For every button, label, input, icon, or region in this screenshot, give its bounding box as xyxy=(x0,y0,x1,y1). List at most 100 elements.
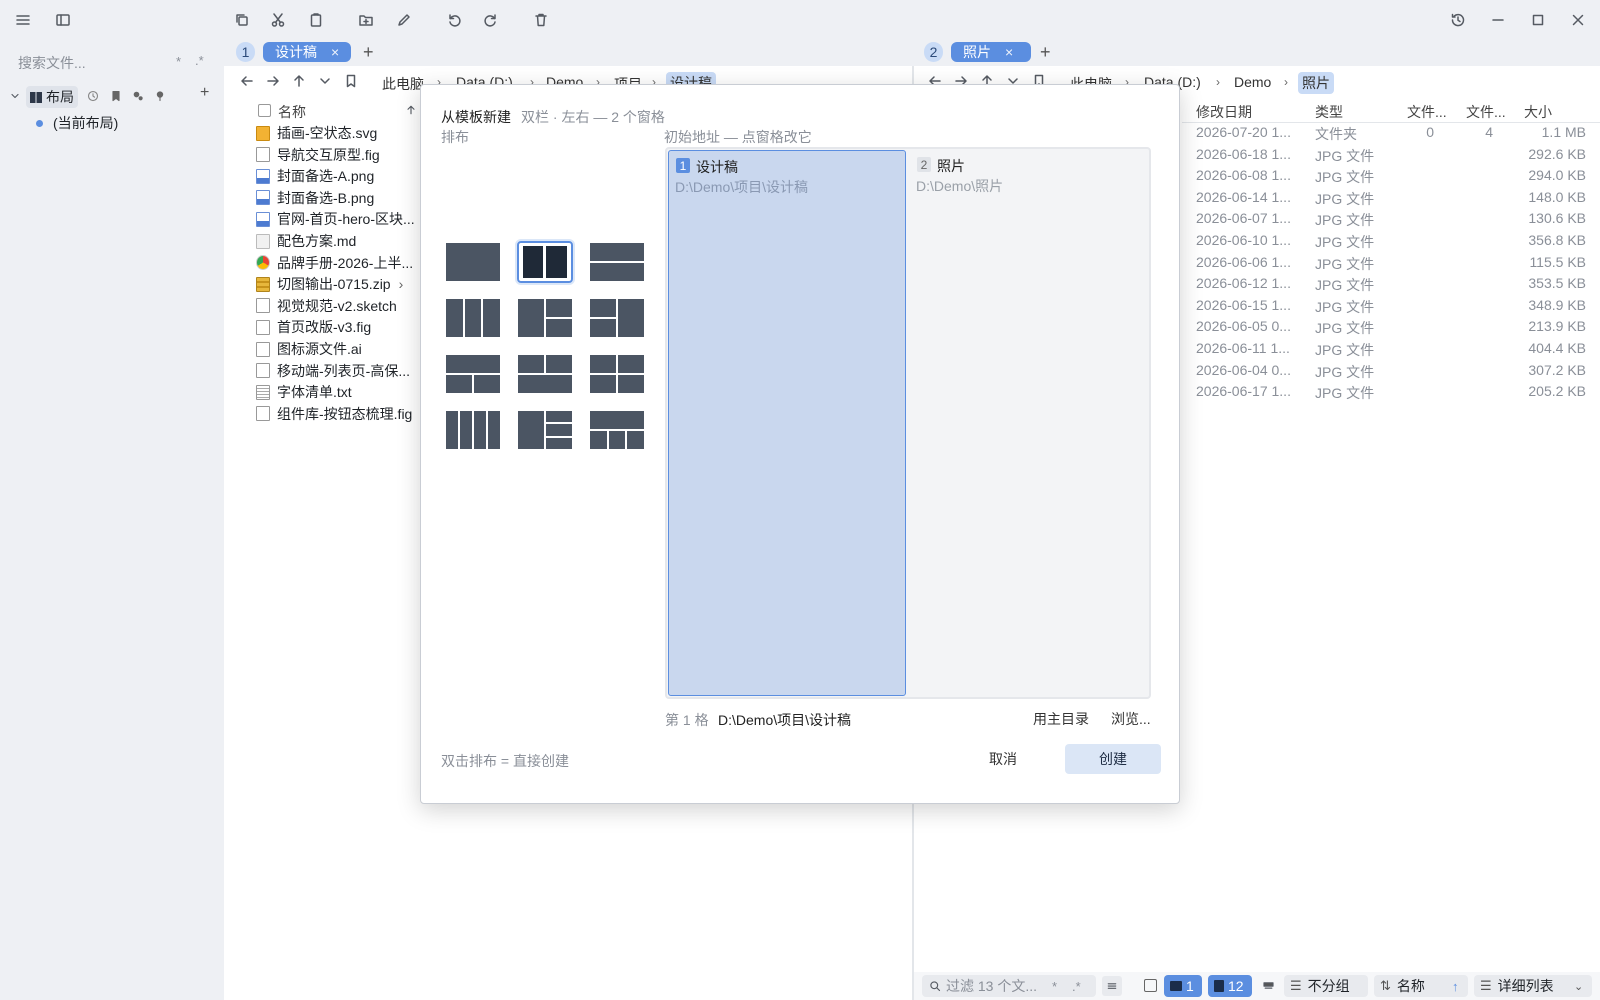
column-header-folders[interactable]: 文件... xyxy=(1466,102,1506,122)
cut-icon[interactable] xyxy=(268,10,288,30)
file-row[interactable]: 封面备选-A.png xyxy=(256,165,374,187)
current-layout-item[interactable]: (当前布局) xyxy=(36,112,118,134)
table-row[interactable]: 2026-06-14 1... JPG 文件 148.0 KB xyxy=(1196,187,1600,209)
close-tab-icon[interactable]: × xyxy=(1005,44,1013,60)
template-two-columns[interactable] xyxy=(517,241,573,283)
column-header-files[interactable]: 文件... xyxy=(1407,102,1447,122)
undo-icon[interactable] xyxy=(444,10,464,30)
file-row[interactable]: 品牌手册-2026-上半... xyxy=(256,252,413,274)
table-row[interactable]: 2026-06-12 1... JPG 文件 353.5 KB xyxy=(1196,273,1600,295)
table-row[interactable]: 2026-06-05 0... JPG 文件 213.9 KB xyxy=(1196,316,1600,338)
minimize-icon[interactable] xyxy=(1488,10,1508,30)
add-tab-button[interactable]: + xyxy=(1040,42,1051,62)
file-row[interactable]: 图标源文件.ai xyxy=(256,338,362,360)
file-count-badge[interactable]: 12 xyxy=(1208,975,1252,997)
file-row[interactable]: 组件库-按钮态梳理.fig xyxy=(256,403,412,425)
preview-cell-2[interactable]: 2 照片 D:\Demo\照片 xyxy=(910,150,1148,696)
sort-dropdown[interactable]: ⇅ 名称 ↑ xyxy=(1374,975,1468,997)
bookmark-icon[interactable] xyxy=(108,88,124,104)
column-header-date[interactable]: 修改日期 xyxy=(1196,102,1252,122)
sidebar-toggle-icon[interactable] xyxy=(52,10,74,30)
select-all-checkbox[interactable] xyxy=(258,104,271,117)
view-dropdown[interactable]: ☰ 详细列表 ⌄ xyxy=(1474,975,1592,997)
sidebar-section-layout[interactable]: 布局 xyxy=(26,86,78,108)
template-left-plus-three-right[interactable] xyxy=(517,409,573,451)
template-two-rows[interactable] xyxy=(589,241,645,283)
template-grid-four[interactable] xyxy=(589,353,645,395)
file-row[interactable]: 插画-空状态.svg xyxy=(256,122,377,144)
template-two-left-plus-right[interactable] xyxy=(589,297,645,339)
sort-ascending-icon[interactable]: ↑ xyxy=(1452,979,1459,994)
file-row[interactable]: 配色方案.md xyxy=(256,230,356,252)
menu-icon[interactable] xyxy=(12,10,34,30)
filter-wildcard-toggle[interactable]: * xyxy=(1052,979,1057,994)
delete-icon[interactable] xyxy=(531,10,551,30)
breadcrumb-item[interactable]: 此电脑 xyxy=(382,74,424,94)
file-row[interactable]: 导航交互原型.fig xyxy=(256,144,380,166)
copy-icon[interactable] xyxy=(232,10,252,30)
tags-icon[interactable] xyxy=(130,88,146,104)
file-row[interactable]: 官网-首页-hero-区块... xyxy=(256,208,415,230)
breadcrumb-item-current[interactable]: 照片 xyxy=(1298,72,1334,94)
select-checkbox[interactable] xyxy=(1144,979,1157,992)
template-single[interactable] xyxy=(445,241,501,283)
file-row[interactable]: 字体清单.txt xyxy=(256,381,352,403)
chevron-down-icon[interactable] xyxy=(316,72,334,90)
sidebar-search-input[interactable]: 搜索文件... xyxy=(18,53,86,73)
table-row[interactable]: 2026-06-17 1... JPG 文件 205.2 KB xyxy=(1196,381,1600,403)
template-top-plus-two-bottom[interactable] xyxy=(445,353,501,395)
column-header-name[interactable]: 名称 xyxy=(278,102,306,122)
close-window-icon[interactable] xyxy=(1568,10,1588,30)
table-row[interactable]: 2026-06-06 1... JPG 文件 115.5 KB xyxy=(1196,252,1600,274)
table-row[interactable]: 2026-06-04 0... JPG 文件 307.2 KB xyxy=(1196,360,1600,382)
table-row[interactable]: 2026-06-08 1... JPG 文件 294.0 KB xyxy=(1196,165,1600,187)
group-dropdown[interactable]: ☰ 不分组 xyxy=(1284,975,1368,997)
folder-count-badge[interactable]: 1 xyxy=(1164,975,1202,997)
template-left-plus-two-right[interactable] xyxy=(517,297,573,339)
template-four-columns[interactable] xyxy=(445,409,501,451)
tab-left-design[interactable]: 设计稿 × xyxy=(263,42,351,62)
bookmark-outline-icon[interactable] xyxy=(342,72,360,90)
tab-right-photos[interactable]: 照片 × xyxy=(951,42,1031,62)
back-icon[interactable] xyxy=(238,72,256,90)
list-options-icon[interactable] xyxy=(1102,976,1122,996)
forward-icon[interactable] xyxy=(264,72,282,90)
template-two-top-plus-bottom[interactable] xyxy=(517,353,573,395)
table-row[interactable]: 2026-06-11 1... JPG 文件 404.4 KB xyxy=(1196,338,1600,360)
create-button[interactable]: 创建 xyxy=(1065,744,1161,774)
toggle-panel-icon[interactable] xyxy=(1258,976,1278,996)
use-home-button[interactable]: 用主目录 xyxy=(1033,709,1089,729)
sidebar-wildcard-toggle[interactable]: * xyxy=(176,54,181,69)
template-three-columns[interactable] xyxy=(445,297,501,339)
template-top-plus-three-bottom[interactable] xyxy=(589,409,645,451)
chevron-down-icon[interactable] xyxy=(8,88,22,104)
table-row[interactable]: 2026-06-15 1... JPG 文件 348.9 KB xyxy=(1196,295,1600,317)
column-header-size[interactable]: 大小 xyxy=(1524,102,1552,122)
sort-up-icon[interactable] xyxy=(404,102,418,118)
column-header-type[interactable]: 类型 xyxy=(1315,102,1343,122)
new-folder-icon[interactable] xyxy=(356,10,376,30)
cancel-button[interactable]: 取消 xyxy=(969,744,1037,774)
breadcrumb-item[interactable]: Demo xyxy=(1234,74,1271,90)
history-icon[interactable] xyxy=(1448,10,1468,30)
rename-icon[interactable] xyxy=(394,10,414,30)
file-row[interactable]: 切图输出-0715.zip › xyxy=(256,273,403,295)
pin-icon[interactable] xyxy=(152,88,168,104)
table-row[interactable]: 2026-06-18 1... JPG 文件 292.6 KB xyxy=(1196,144,1600,166)
file-row[interactable]: 移动端-列表页-高保... xyxy=(256,360,410,382)
sidebar-regex-toggle[interactable]: .* xyxy=(195,53,204,68)
add-tab-button[interactable]: + xyxy=(363,42,374,62)
chevron-right-icon[interactable]: › xyxy=(399,276,404,292)
paste-icon[interactable] xyxy=(306,10,326,30)
file-row[interactable]: 封面备选-B.png xyxy=(256,187,374,209)
close-tab-icon[interactable]: × xyxy=(331,44,339,60)
clock-icon[interactable] xyxy=(85,88,101,104)
filter-regex-toggle[interactable]: .* xyxy=(1072,979,1081,994)
sidebar-add-button[interactable]: + xyxy=(200,84,209,102)
file-row[interactable]: 视觉规范-v2.sketch xyxy=(256,295,397,317)
table-row[interactable]: 2026-06-07 1... JPG 文件 130.6 KB xyxy=(1196,208,1600,230)
redo-icon[interactable] xyxy=(481,10,501,30)
maximize-icon[interactable] xyxy=(1528,10,1548,30)
filter-input[interactable]: 过滤 13 个文... * .* xyxy=(922,975,1096,997)
table-row[interactable]: 2026-06-10 1... JPG 文件 356.8 KB xyxy=(1196,230,1600,252)
